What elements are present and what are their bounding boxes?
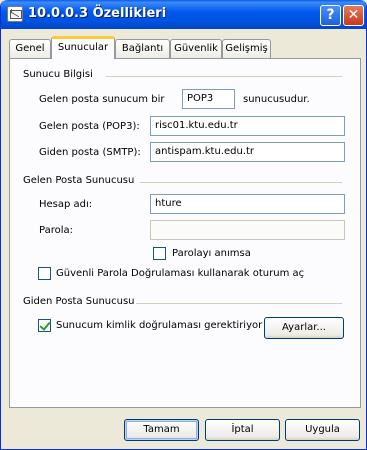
spa-label[interactable]: Güvenli Parola Doğrulaması kullanarak ot… (56, 268, 304, 279)
remember-password-checkbox[interactable] (153, 247, 166, 260)
remember-password-label[interactable]: Parolayı anımsa (172, 248, 251, 259)
incoming-server-heading: Gelen Posta Sunucusu (23, 175, 135, 186)
cancel-button[interactable]: İptal (205, 419, 280, 441)
title-bar[interactable]: 10.0.0.3 Özellikleri ? ✕ (1, 0, 366, 29)
outgoing-server-heading: Giden Posta Sunucusu (23, 296, 135, 307)
settings-button[interactable]: Ayarlar... (264, 317, 344, 339)
server-auth-label[interactable]: Sunucum kimlik doğrulaması gerektiriyor (56, 320, 262, 331)
smtp-server-input[interactable]: antispam.ktu.edu.tr (150, 142, 345, 162)
divider (136, 303, 342, 304)
account-name-input[interactable]: hture (150, 194, 345, 214)
properties-dialog: 10.0.0.3 Özellikleri ? ✕ Genel Sunucular… (0, 0, 367, 450)
tab-guvenlik[interactable]: Güvenlik (170, 39, 222, 58)
close-button[interactable]: ✕ (343, 5, 364, 26)
incoming-server-type-field[interactable]: POP3 (182, 89, 235, 109)
server-auth-checkbox[interactable] (38, 319, 51, 332)
tab-baglanti[interactable]: Bağlantı (115, 39, 170, 58)
smtp-label: Giden posta (SMTP): (39, 147, 141, 158)
password-input[interactable] (150, 220, 345, 240)
incoming-type-suffix: sunucusudur. (243, 94, 310, 105)
servers-tab-panel: Sunucu Bilgisi Gelen posta sunucum bir P… (9, 58, 361, 408)
tab-gelismis[interactable]: Gelişmiş (222, 39, 271, 58)
server-info-heading: Sunucu Bilgisi (23, 69, 93, 80)
pop3-label: Gelen posta (POP3): (39, 121, 140, 132)
apply-button[interactable]: Uygula (285, 419, 360, 441)
window-title: 10.0.0.3 Özellikleri (28, 6, 167, 21)
divider (106, 76, 342, 77)
divider (140, 182, 342, 183)
tab-genel[interactable]: Genel (9, 39, 51, 58)
tab-sunucular[interactable]: Sunucular (51, 36, 115, 59)
spa-checkbox[interactable] (38, 267, 51, 280)
mail-account-icon (7, 6, 23, 22)
pop3-server-input[interactable]: risc01.ktu.edu.tr (150, 116, 345, 136)
help-button[interactable]: ? (320, 5, 341, 26)
password-label: Parola: (39, 225, 73, 236)
ok-button[interactable]: Tamam (124, 419, 199, 441)
account-name-label: Hesap adı: (39, 199, 93, 210)
incoming-type-prefix: Gelen posta sunucum bir (39, 94, 165, 105)
